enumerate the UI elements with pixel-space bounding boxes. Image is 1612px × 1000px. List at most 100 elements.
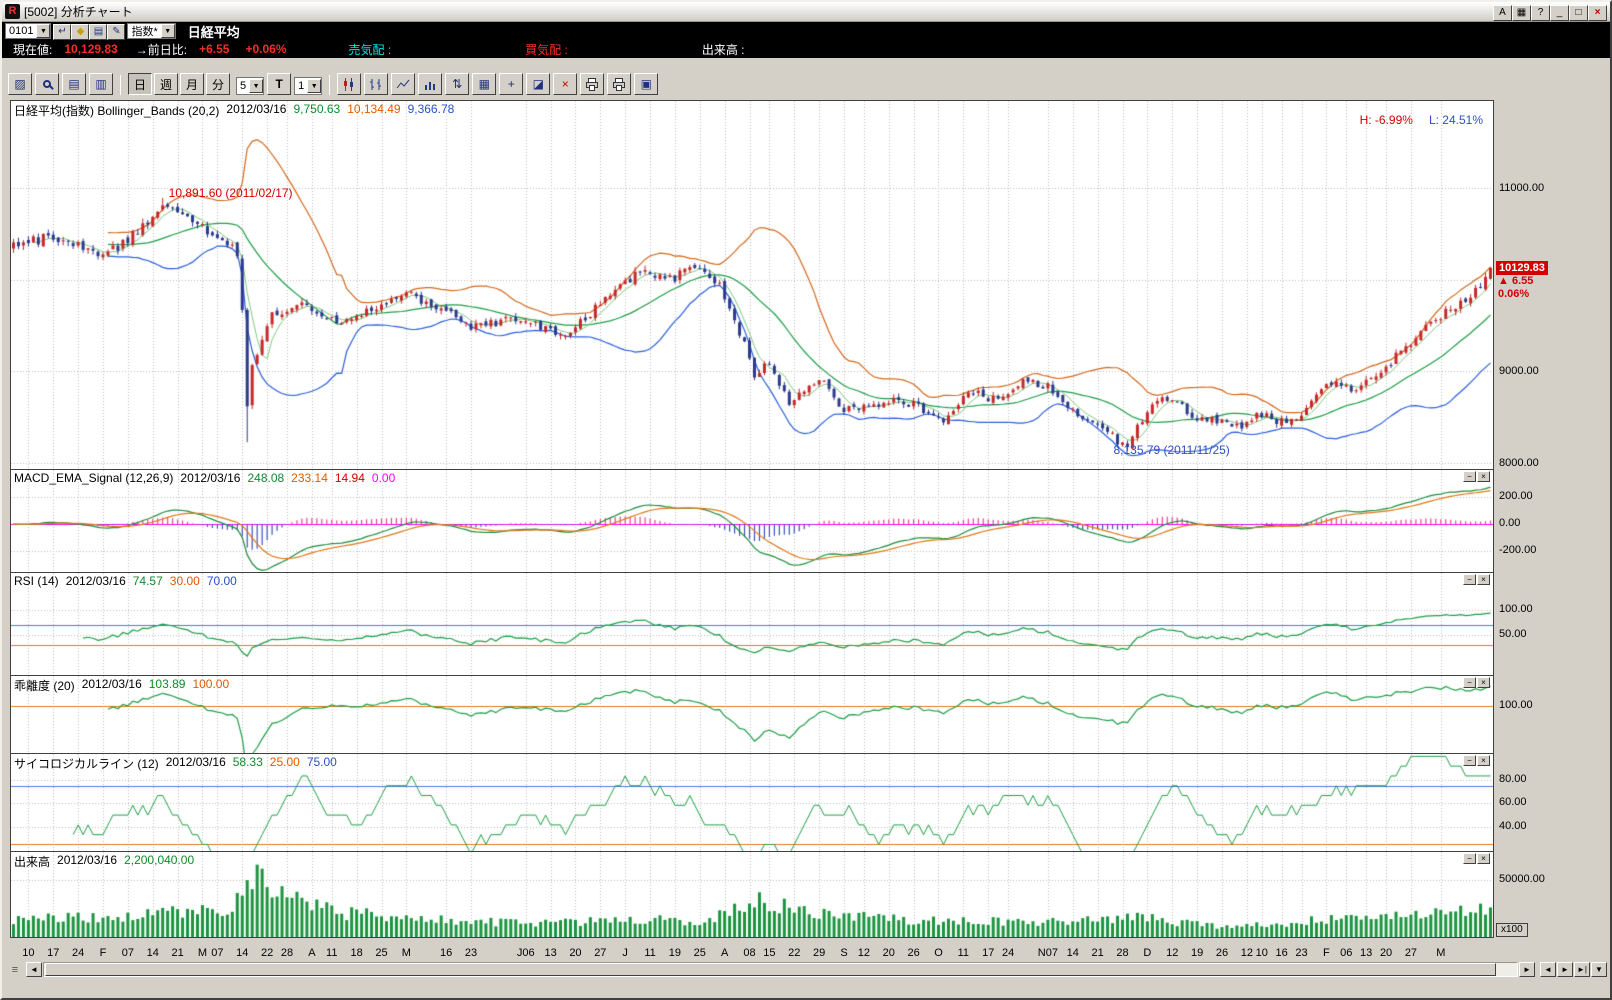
page-right-button[interactable]: ► bbox=[1557, 962, 1573, 977]
panel-minimize-button[interactable]: − bbox=[1463, 574, 1476, 585]
x-axis-label: 22 bbox=[261, 947, 273, 959]
text-tool-button[interactable]: T bbox=[267, 73, 291, 95]
chevron-down-icon[interactable]: ▼ bbox=[249, 79, 263, 93]
x-axis-label: 16 bbox=[440, 947, 452, 959]
updown-arrows-icon[interactable]: ⇅ bbox=[445, 73, 469, 95]
ask-label: 売気配 : bbox=[349, 41, 392, 58]
psychological-chart-canvas[interactable] bbox=[11, 754, 1493, 851]
x-axis-label: D bbox=[1143, 947, 1151, 959]
x-axis-label: 20 bbox=[569, 947, 581, 959]
x-axis-label: 25 bbox=[694, 947, 706, 959]
line-chart-icon[interactable] bbox=[391, 73, 415, 95]
panel-close-button[interactable]: × bbox=[1477, 853, 1490, 864]
x-axis-label: M bbox=[1436, 947, 1445, 959]
volume-bars-icon[interactable] bbox=[418, 73, 442, 95]
chevron-down-icon[interactable]: ▼ bbox=[307, 79, 321, 93]
memo-button[interactable]: ▤ bbox=[89, 24, 107, 40]
print-icon[interactable] bbox=[580, 73, 604, 95]
panel-close-button[interactable]: × bbox=[1477, 471, 1490, 482]
print-setup-icon[interactable] bbox=[607, 73, 631, 95]
candlestick-icon[interactable] bbox=[337, 73, 361, 95]
bar-width-combo[interactable]: 1 ▼ bbox=[294, 77, 322, 95]
period-daily-button[interactable]: 日 bbox=[128, 73, 152, 95]
panel-minimize-button[interactable]: − bbox=[1463, 755, 1476, 766]
panel-close-button[interactable]: × bbox=[1477, 677, 1490, 688]
delete-drawing-icon[interactable]: × bbox=[553, 73, 577, 95]
panel-controls: − × bbox=[1463, 853, 1490, 864]
maximize-button[interactable]: □ bbox=[1569, 5, 1588, 21]
app-window: R [5002] 分析チャート A▦?_□× 0101 ▼ ↵◆▤✎ 指数* ▼… bbox=[0, 0, 1612, 1000]
minimize-button[interactable]: _ bbox=[1550, 5, 1569, 21]
key-button[interactable]: ◆ bbox=[71, 24, 89, 40]
x-axis-label: 24 bbox=[72, 947, 84, 959]
panel-close-button[interactable]: × bbox=[1477, 755, 1490, 766]
x-axis-label: 11 bbox=[644, 947, 655, 959]
panel-minimize-button[interactable]: − bbox=[1463, 471, 1476, 482]
x-axis-label: 23 bbox=[1295, 947, 1307, 959]
market-combo-value: 指数* bbox=[131, 23, 157, 39]
x-axis-label: O bbox=[934, 947, 943, 959]
page-left-button[interactable]: ◄ bbox=[1540, 962, 1556, 977]
x-axis-label: 08 bbox=[743, 947, 755, 959]
current-price-label: 現在値: bbox=[13, 41, 52, 58]
scroll-menu-button[interactable]: ▼ bbox=[1591, 962, 1607, 977]
period-minute-button[interactable]: 分 bbox=[206, 73, 230, 95]
chevron-down-icon[interactable]: ▼ bbox=[36, 24, 50, 38]
symbol-code-combo[interactable]: 0101 ▼ bbox=[5, 23, 51, 39]
panel-minimize-button[interactable]: − bbox=[1463, 853, 1476, 864]
chart-settings-icon[interactable]: ▨ bbox=[8, 73, 32, 95]
panel-controls: − × bbox=[1463, 471, 1490, 482]
y-axis-tick: 200.00 bbox=[1499, 490, 1533, 502]
ohlc-bar-icon[interactable] bbox=[364, 73, 388, 95]
rsi-chart-canvas[interactable] bbox=[11, 573, 1493, 675]
scroll-right-button[interactable]: ► bbox=[1519, 962, 1535, 977]
symbol-bar: 0101 ▼ ↵◆▤✎ 指数* ▼ 日経平均 bbox=[2, 22, 1610, 40]
layout-button[interactable]: ▦ bbox=[1512, 5, 1531, 21]
macd-chart-canvas[interactable] bbox=[11, 470, 1493, 572]
period-monthly-button[interactable]: 月 bbox=[180, 73, 204, 95]
grid-icon[interactable]: ▦ bbox=[472, 73, 496, 95]
current-price-value: 10,129.83 bbox=[64, 42, 117, 56]
close-button[interactable]: × bbox=[1588, 5, 1607, 21]
page-save-icon[interactable]: ▥ bbox=[89, 73, 113, 95]
copy-page-icon[interactable]: ▣ bbox=[634, 73, 658, 95]
scrollbar-thumb[interactable] bbox=[45, 963, 1496, 976]
scrollbar-track[interactable] bbox=[43, 962, 1518, 977]
x-axis-label: F bbox=[1323, 947, 1330, 959]
volume-panel: 出来高 2012/03/16 2,200,040.00 − × bbox=[11, 851, 1493, 937]
font-size-button[interactable]: A bbox=[1493, 5, 1512, 21]
scroll-left-button[interactable]: ◄ bbox=[26, 962, 42, 977]
crosshair-icon[interactable]: + bbox=[499, 73, 523, 95]
volume-chart-canvas[interactable] bbox=[11, 852, 1493, 937]
market-combo[interactable]: 指数* ▼ bbox=[127, 23, 175, 39]
chevron-down-icon[interactable]: ▼ bbox=[161, 24, 175, 38]
x-axis-label: 20 bbox=[1380, 947, 1392, 959]
x-axis-label: J bbox=[622, 947, 628, 959]
y-axis-tick: 0.00 bbox=[1499, 517, 1520, 529]
period-weekly-button[interactable]: 週 bbox=[154, 73, 178, 95]
x-axis-label: 06 bbox=[1340, 947, 1352, 959]
page-add-icon[interactable]: ▤ bbox=[62, 73, 86, 95]
y-axis-tick: 50.00 bbox=[1499, 628, 1527, 640]
x-axis-label: A bbox=[721, 947, 728, 959]
apply-button[interactable]: ↵ bbox=[53, 24, 71, 40]
symbol-bar-buttons: ↵◆▤✎ bbox=[53, 23, 125, 40]
panel-minimize-button[interactable]: − bbox=[1463, 677, 1476, 688]
x-axis-label: 12 bbox=[858, 947, 870, 959]
horizontal-scrollbar: ≡ ◄ ► ◄►►|▼ bbox=[2, 961, 1610, 978]
price-change-value: 6.55 bbox=[1512, 275, 1533, 287]
search-icon[interactable] bbox=[35, 73, 59, 95]
resize-grip[interactable]: ≡ bbox=[5, 964, 25, 976]
x-axis-label: 27 bbox=[1405, 947, 1417, 959]
price-chart-canvas[interactable] bbox=[11, 101, 1493, 469]
eraser-icon[interactable]: ◪ bbox=[526, 73, 550, 95]
edit-button[interactable]: ✎ bbox=[107, 24, 125, 40]
jump-latest-button[interactable]: ►| bbox=[1574, 962, 1590, 977]
help-button[interactable]: ? bbox=[1531, 5, 1550, 21]
panel-close-button[interactable]: × bbox=[1477, 574, 1490, 585]
minute-interval-combo[interactable]: 5 ▼ bbox=[236, 77, 264, 95]
change-pct-value: +0.06% bbox=[245, 42, 286, 56]
bid-label: 買気配 : bbox=[525, 41, 568, 58]
kairi-chart-canvas[interactable] bbox=[11, 676, 1493, 753]
x-axis-label: 17 bbox=[982, 947, 994, 959]
